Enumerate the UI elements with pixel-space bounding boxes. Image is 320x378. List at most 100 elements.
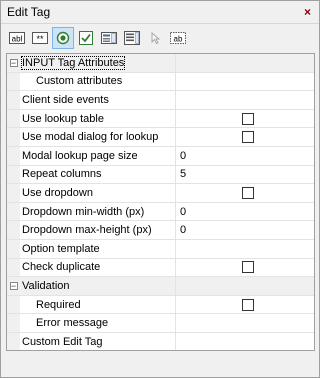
value-checkbox[interactable]	[242, 298, 254, 311]
row-label: Client side events	[22, 93, 109, 106]
property-row[interactable]: Use lookup table	[7, 109, 314, 129]
property-value[interactable]	[176, 296, 314, 314]
svg-text:ab: ab	[174, 35, 183, 44]
property-value[interactable]	[176, 314, 314, 332]
property-value[interactable]	[176, 333, 314, 350]
category-label: Validation	[20, 277, 176, 295]
value-text: 5	[180, 168, 187, 181]
checkbox-icon	[79, 31, 93, 45]
property-row[interactable]: Repeat columns 5	[7, 165, 314, 185]
hyperlink-button[interactable]	[144, 27, 166, 49]
value-checkbox[interactable]	[242, 186, 254, 199]
value-text: 0	[180, 224, 187, 237]
row-label: Dropdown max-height (px)	[22, 224, 152, 237]
property-value[interactable]: 0	[176, 147, 314, 165]
property-value[interactable]: 0	[176, 203, 314, 221]
property-name: Dropdown max-height (px)	[20, 221, 176, 239]
property-name: Dropdown min-width (px)	[20, 202, 176, 221]
property-row[interactable]: Required	[7, 295, 314, 315]
collapse-icon[interactable]: −	[9, 58, 18, 67]
category-label: INPUT Tag Attributes	[20, 54, 176, 72]
property-row[interactable]: Custom attributes	[7, 72, 314, 92]
row-label: Custom attributes	[36, 75, 123, 88]
property-row[interactable]: Dropdown min-width (px) 0	[7, 202, 314, 222]
row-gutter	[7, 109, 20, 128]
property-row[interactable]: Check duplicate	[7, 258, 314, 278]
row-gutter: −	[7, 277, 20, 295]
text-box-icon: abl	[9, 31, 25, 45]
row-gutter	[7, 221, 20, 239]
property-row[interactable]: Error message	[7, 314, 314, 333]
property-name: Error message	[20, 314, 176, 332]
select-button[interactable]	[98, 27, 120, 49]
svg-text:**: **	[36, 34, 44, 44]
row-gutter: −	[7, 54, 20, 72]
row-label: INPUT Tag Attributes	[20, 55, 126, 70]
property-row[interactable]: Modal lookup page size 0	[7, 146, 314, 166]
row-label: Check duplicate	[22, 261, 101, 274]
property-name: Use dropdown	[20, 184, 176, 202]
close-button[interactable]: ×	[301, 6, 314, 19]
value-text: 0	[180, 149, 187, 162]
property-value[interactable]: 0	[176, 221, 314, 239]
property-row[interactable]: Custom Edit Tag	[7, 332, 314, 350]
row-gutter	[7, 91, 20, 109]
property-value[interactable]	[176, 128, 314, 146]
label-button[interactable]: ab	[167, 27, 189, 49]
property-value[interactable]	[176, 110, 314, 128]
collapse-icon[interactable]: −	[9, 281, 18, 290]
row-gutter	[7, 258, 20, 277]
panel-title: Edit Tag	[7, 5, 51, 19]
row-label: Error message	[36, 317, 109, 330]
row-gutter	[7, 72, 20, 91]
row-label: Custom Edit Tag	[22, 335, 103, 348]
row-label: Validation	[22, 279, 70, 292]
property-name: Custom attributes	[20, 72, 176, 91]
text-box-button[interactable]: abl	[6, 27, 28, 49]
property-row[interactable]: Use dropdown	[7, 184, 314, 203]
value-checkbox[interactable]	[242, 131, 254, 144]
row-label: Use lookup table	[22, 112, 104, 125]
property-name: Custom Edit Tag	[20, 332, 176, 350]
radio-button-icon	[56, 31, 70, 45]
row-gutter	[7, 332, 20, 350]
property-row[interactable]: Client side events	[7, 91, 314, 110]
property-value[interactable]	[176, 259, 314, 277]
property-row[interactable]: Use modal dialog for lookup	[7, 128, 314, 147]
property-value[interactable]	[176, 184, 314, 202]
value-checkbox[interactable]	[242, 112, 254, 125]
property-value[interactable]	[176, 91, 314, 109]
row-gutter	[7, 165, 20, 184]
svg-text:abl: abl	[12, 35, 23, 44]
property-name: Repeat columns	[20, 165, 176, 184]
row-gutter	[7, 239, 20, 258]
category-row[interactable]: − Validation	[7, 277, 314, 296]
property-value[interactable]	[176, 240, 314, 258]
property-name: Use lookup table	[20, 109, 176, 128]
value-checkbox[interactable]	[242, 261, 254, 274]
password-button[interactable]: **	[29, 27, 51, 49]
property-value	[176, 54, 314, 72]
checkbox-button[interactable]	[75, 27, 97, 49]
row-gutter	[7, 184, 20, 202]
property-row[interactable]: Option template	[7, 239, 314, 259]
hyperlink-icon	[148, 31, 162, 45]
radio-button-button[interactable]	[52, 27, 74, 49]
property-value[interactable]	[176, 73, 314, 91]
row-gutter	[7, 146, 20, 165]
category-row[interactable]: − INPUT Tag Attributes	[7, 54, 314, 73]
edit-tag-panel: Edit Tag × abl ** ab − INPUT Tag Attributes…	[0, 0, 320, 378]
property-row[interactable]: Dropdown max-height (px) 0	[7, 221, 314, 240]
row-label: Use modal dialog for lookup	[22, 131, 159, 144]
property-name: Use modal dialog for lookup	[20, 128, 176, 146]
row-label: Modal lookup page size	[22, 149, 138, 162]
property-value[interactable]: 5	[176, 166, 314, 184]
row-gutter	[7, 295, 20, 314]
password-icon: **	[32, 31, 48, 45]
list-icon	[124, 31, 140, 45]
property-name: Option template	[20, 239, 176, 258]
row-label: Option template	[22, 242, 100, 255]
list-button[interactable]	[121, 27, 143, 49]
property-grid: − INPUT Tag Attributes Custom attributes Cl…	[6, 53, 315, 351]
property-name: Client side events	[20, 91, 176, 109]
